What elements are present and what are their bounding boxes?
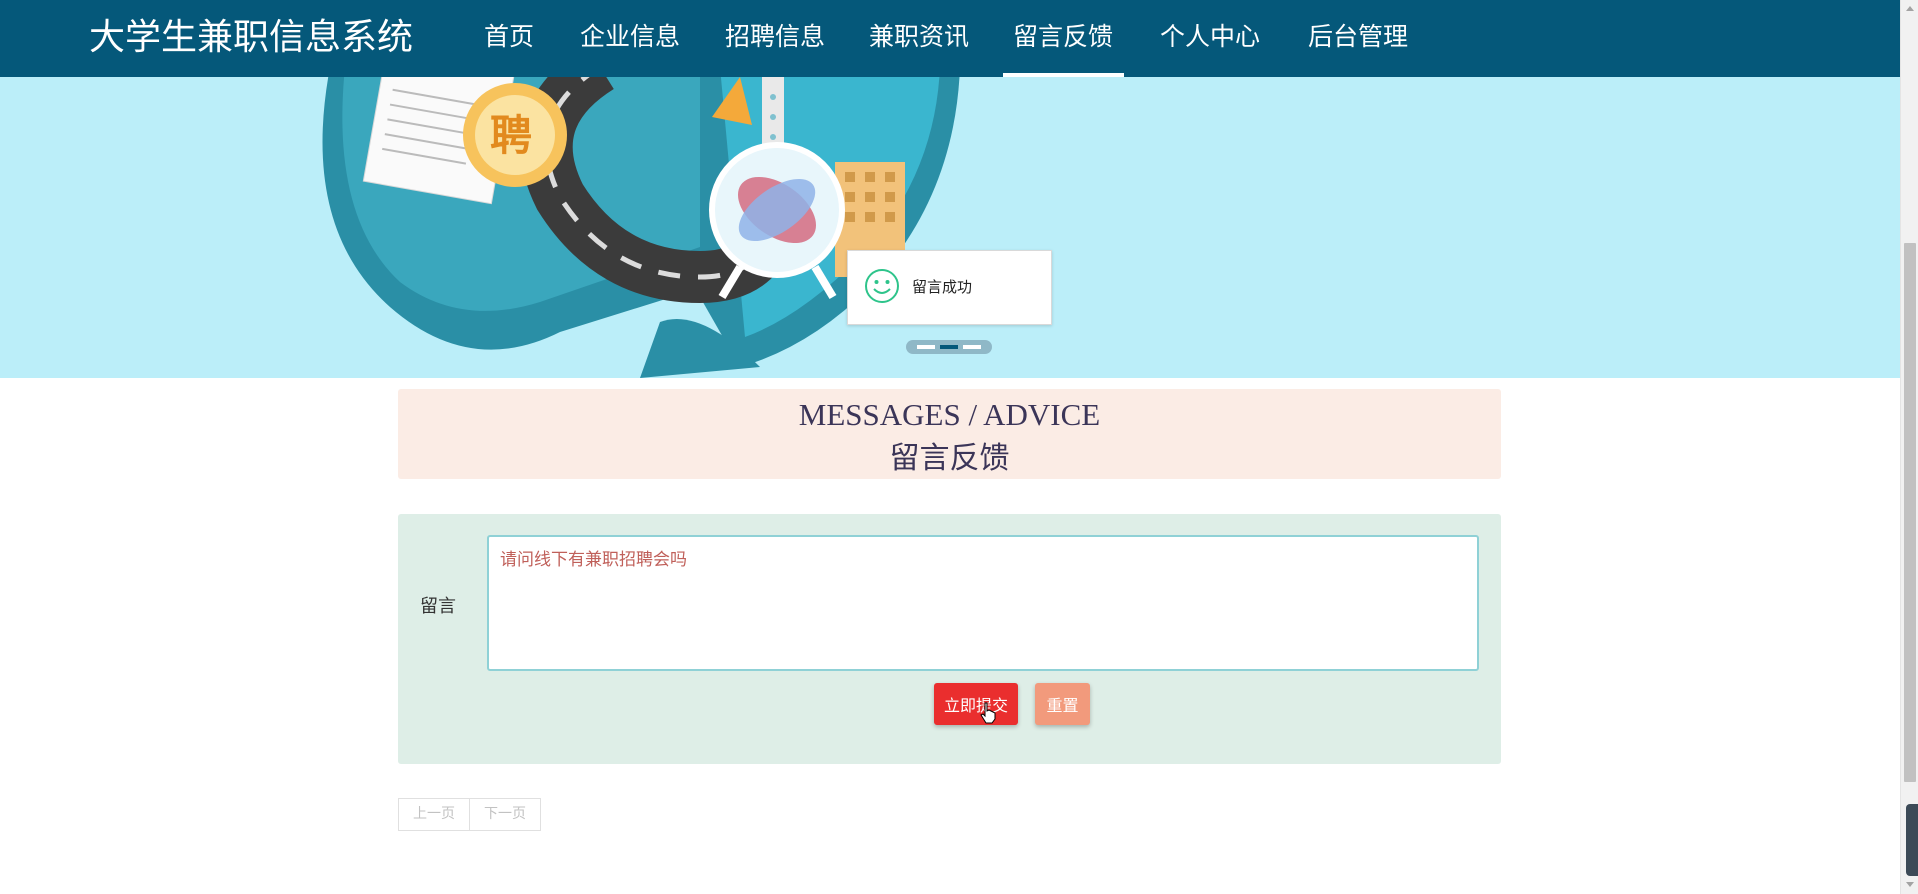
hiring-badge-text: 聘 bbox=[490, 111, 533, 160]
nav-item-home[interactable]: 首页 bbox=[484, 20, 534, 54]
nav-active-indicator bbox=[1003, 73, 1124, 77]
scrollbar-thumb[interactable] bbox=[1904, 243, 1916, 782]
hand-cursor-icon bbox=[980, 702, 996, 724]
banner-carousel[interactable]: 聘 bbox=[0, 77, 1900, 378]
message-label: 留言 bbox=[420, 596, 456, 617]
nav-item-companies[interactable]: 企业信息 bbox=[580, 20, 680, 54]
success-toast: 留言成功 bbox=[847, 250, 1052, 325]
nav-item-profile[interactable]: 个人中心 bbox=[1160, 20, 1260, 54]
reset-button[interactable]: 重置 bbox=[1035, 683, 1090, 725]
carousel-dot-1[interactable] bbox=[917, 345, 935, 349]
carousel-dot-2[interactable] bbox=[940, 345, 958, 349]
next-page-button[interactable]: 下一页 bbox=[470, 798, 541, 831]
prev-page-button[interactable]: 上一页 bbox=[398, 798, 470, 831]
section-title-cn: 留言反馈 bbox=[889, 441, 1010, 476]
section-header: MESSAGES / ADVICE 留言反馈 bbox=[398, 389, 1501, 479]
carousel-indicators bbox=[906, 340, 992, 354]
message-textarea[interactable]: 请问线下有兼职招聘会吗 bbox=[487, 535, 1479, 671]
site-brand[interactable]: 大学生兼职信息系统 bbox=[89, 17, 413, 59]
floating-side-widget[interactable] bbox=[1906, 804, 1918, 876]
nav-item-feedback[interactable]: 留言反馈 bbox=[1013, 20, 1113, 54]
pagination: 上一页 下一页 bbox=[398, 798, 541, 831]
scroll-down-icon[interactable] bbox=[1906, 882, 1914, 887]
smile-icon bbox=[865, 269, 899, 303]
scroll-up-icon[interactable] bbox=[1906, 6, 1914, 11]
nav-item-news[interactable]: 兼职资讯 bbox=[869, 20, 969, 54]
nav-item-admin[interactable]: 后台管理 bbox=[1308, 20, 1408, 54]
toast-message: 留言成功 bbox=[912, 278, 973, 296]
page-scrollbar[interactable] bbox=[1900, 0, 1918, 894]
top-navbar: 大学生兼职信息系统 首页 企业信息 招聘信息 兼职资讯 留言反馈 个人中心 后台… bbox=[0, 0, 1900, 77]
nav-item-jobs[interactable]: 招聘信息 bbox=[725, 20, 825, 54]
section-title-en: MESSAGES / ADVICE bbox=[798, 397, 1101, 432]
carousel-dot-3[interactable] bbox=[963, 345, 981, 349]
banner-illustration bbox=[322, 77, 960, 378]
feedback-form: 留言 请问线下有兼职招聘会吗 立即提交 重置 bbox=[398, 514, 1501, 764]
submit-button[interactable]: 立即提交 bbox=[934, 683, 1018, 725]
